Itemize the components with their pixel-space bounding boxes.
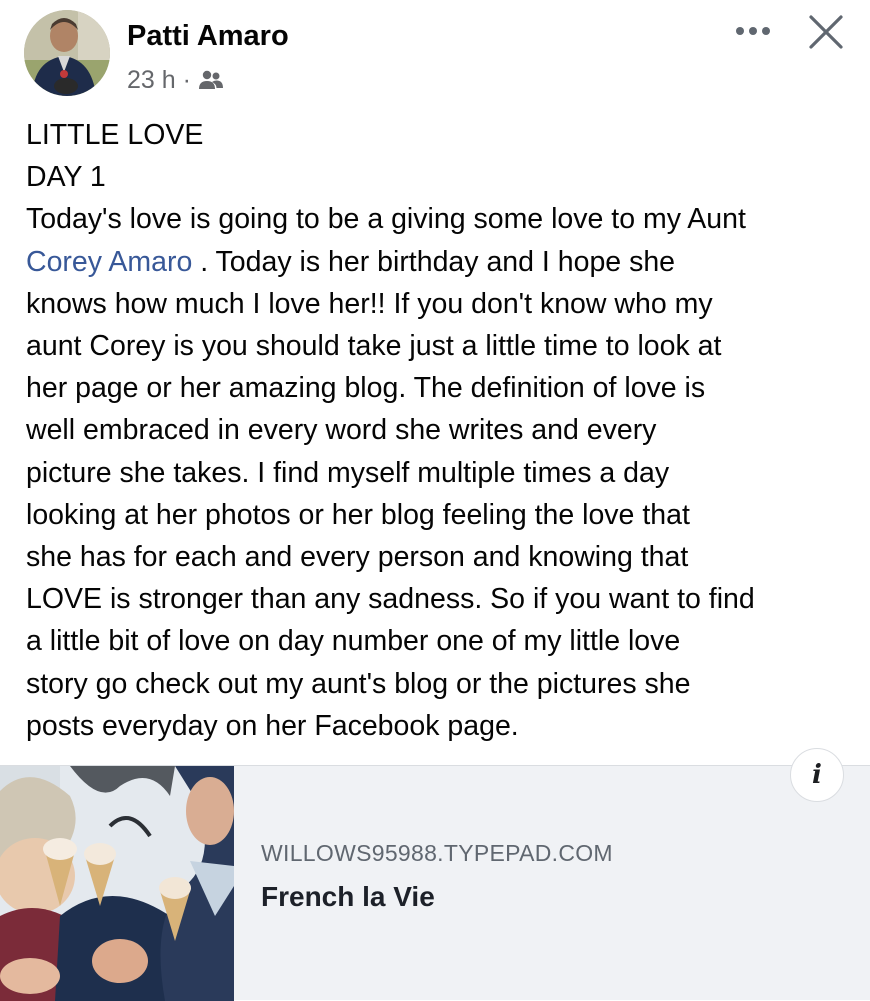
post-text-line: knows how much I love her!! If you don't… bbox=[26, 287, 713, 320]
post-text-line: story go check out my aunt's blog or the… bbox=[26, 667, 691, 700]
link-preview-card[interactable]: WILLOWS95988.TYPEPAD.COM French la Vie bbox=[0, 765, 870, 1001]
post-text-line: DAY 1 bbox=[26, 161, 106, 194]
post-body: LITTLE LOVE DAY 1 Today's love is going … bbox=[26, 114, 856, 747]
link-thumbnail[interactable] bbox=[0, 766, 234, 1001]
post-text-line: looking at her photos or her blog feelin… bbox=[26, 498, 690, 531]
more-options-icon[interactable] bbox=[733, 18, 773, 44]
post-text-line: LITTLE LOVE bbox=[26, 119, 204, 151]
link-title[interactable]: French la Vie bbox=[261, 881, 613, 913]
post-text-line: posts everyday on her Facebook page. bbox=[26, 709, 519, 742]
post-text-line: Today's love is going to be a giving som… bbox=[26, 203, 746, 236]
post-text-line: she has for each and every person and kn… bbox=[26, 541, 689, 574]
link-info: WILLOWS95988.TYPEPAD.COM French la Vie bbox=[261, 840, 613, 913]
friends-icon bbox=[199, 70, 223, 89]
post-time[interactable]: 23 h bbox=[127, 66, 176, 95]
avatar-photo bbox=[24, 10, 110, 96]
post-text-line: picture she takes. I find myself multipl… bbox=[26, 456, 670, 489]
author-name[interactable]: Patti Amaro bbox=[127, 20, 289, 53]
post-text-line: aunt Corey is you should take just a lit… bbox=[26, 330, 722, 363]
info-icon[interactable]: i bbox=[790, 748, 844, 802]
post-header: Patti Amaro 23 h · bbox=[0, 0, 870, 110]
post-text-line-with-mention: Corey Amaro . Today is her birthday and … bbox=[26, 241, 856, 283]
close-icon[interactable] bbox=[806, 12, 846, 52]
mention-link[interactable]: Corey Amaro bbox=[26, 246, 192, 278]
post-text-line: a little bit of love on day number one o… bbox=[26, 625, 681, 658]
meta-separator: · bbox=[182, 65, 191, 94]
post-text-line: her page or her amazing blog. The defini… bbox=[26, 372, 706, 405]
thumbnail-image bbox=[0, 766, 234, 1001]
post-meta: 23 h · bbox=[127, 64, 224, 96]
post-text-fragment: . Today is her birthday and I hope she bbox=[192, 245, 676, 278]
post-text-line: well embraced in every word she writes a… bbox=[26, 414, 657, 447]
author-avatar[interactable] bbox=[24, 10, 110, 96]
post-text-line: LOVE is stronger than any sadness. So if… bbox=[26, 583, 755, 616]
link-domain: WILLOWS95988.TYPEPAD.COM bbox=[261, 840, 613, 866]
